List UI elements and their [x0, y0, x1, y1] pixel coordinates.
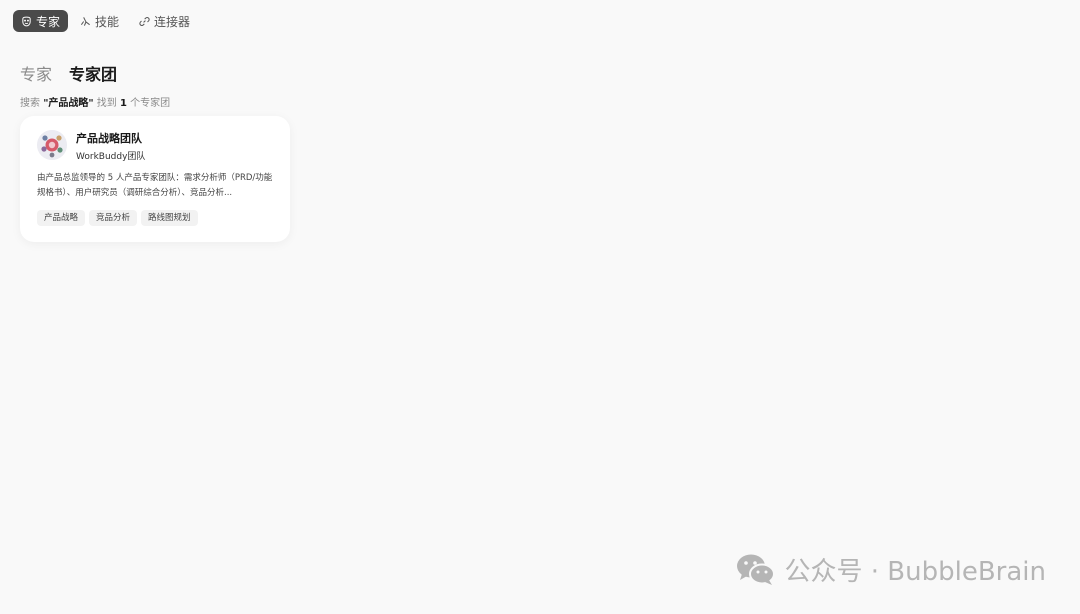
search-summary-query: "产品战略" [43, 98, 94, 109]
search-summary: 搜索 "产品战略" 找到 1 个专家团 [20, 94, 170, 109]
search-summary-found: 找到 [96, 98, 117, 109]
expert-icon [22, 16, 31, 26]
tab-skill-label: 技能 [95, 14, 120, 29]
page: 专家 技能 连接器 专家 专家团 搜索 "产品战略" 找到 1 个专家团 产品战… [0, 0, 1080, 614]
expert-team-card[interactable]: 产品战略团队 WorkBuddy团队 由产品总监领导的 5 人产品专家团队：需求… [20, 116, 290, 242]
tab-skill[interactable]: 技能 [72, 10, 127, 32]
card-tags: 产品战略 竞品分析 路线图规划 [37, 210, 198, 226]
tab-expert-label: 专家 [36, 14, 61, 29]
section-tab-experts[interactable]: 专家 [20, 61, 52, 85]
search-summary-prefix: 搜索 [20, 98, 40, 109]
search-summary-count: 1 [119, 98, 127, 109]
card-title: 产品战略团队 [76, 132, 142, 145]
tag: 路线图规划 [141, 210, 198, 226]
tab-expert[interactable]: 专家 [13, 10, 69, 32]
tab-connector-label: 连接器 [154, 14, 191, 29]
card-subtitle: WorkBuddy团队 [76, 152, 146, 162]
watermark-text: 公众号 · BubbleBrain [784, 557, 1047, 587]
search-summary-suffix: 个专家团 [130, 98, 171, 109]
avatar [37, 130, 67, 160]
link-icon [139, 16, 150, 26]
watermark: 公众号 · BubbleBrain [735, 551, 1047, 588]
card-description: 由产品总监领导的 5 人产品专家团队：需求分析师（PRD/功能规格书）、用户研究… [37, 173, 273, 198]
section-tab-expert-teams[interactable]: 专家团 [69, 61, 117, 85]
wechat-icon [736, 554, 775, 585]
top-tabs: 专家 技能 连接器 [13, 10, 198, 32]
section-tabs: 专家 专家团 [20, 61, 117, 85]
tag: 竞品分析 [89, 210, 138, 226]
tab-connector[interactable]: 连接器 [131, 10, 198, 32]
tag: 产品战略 [37, 210, 86, 226]
skill-icon [80, 16, 90, 26]
